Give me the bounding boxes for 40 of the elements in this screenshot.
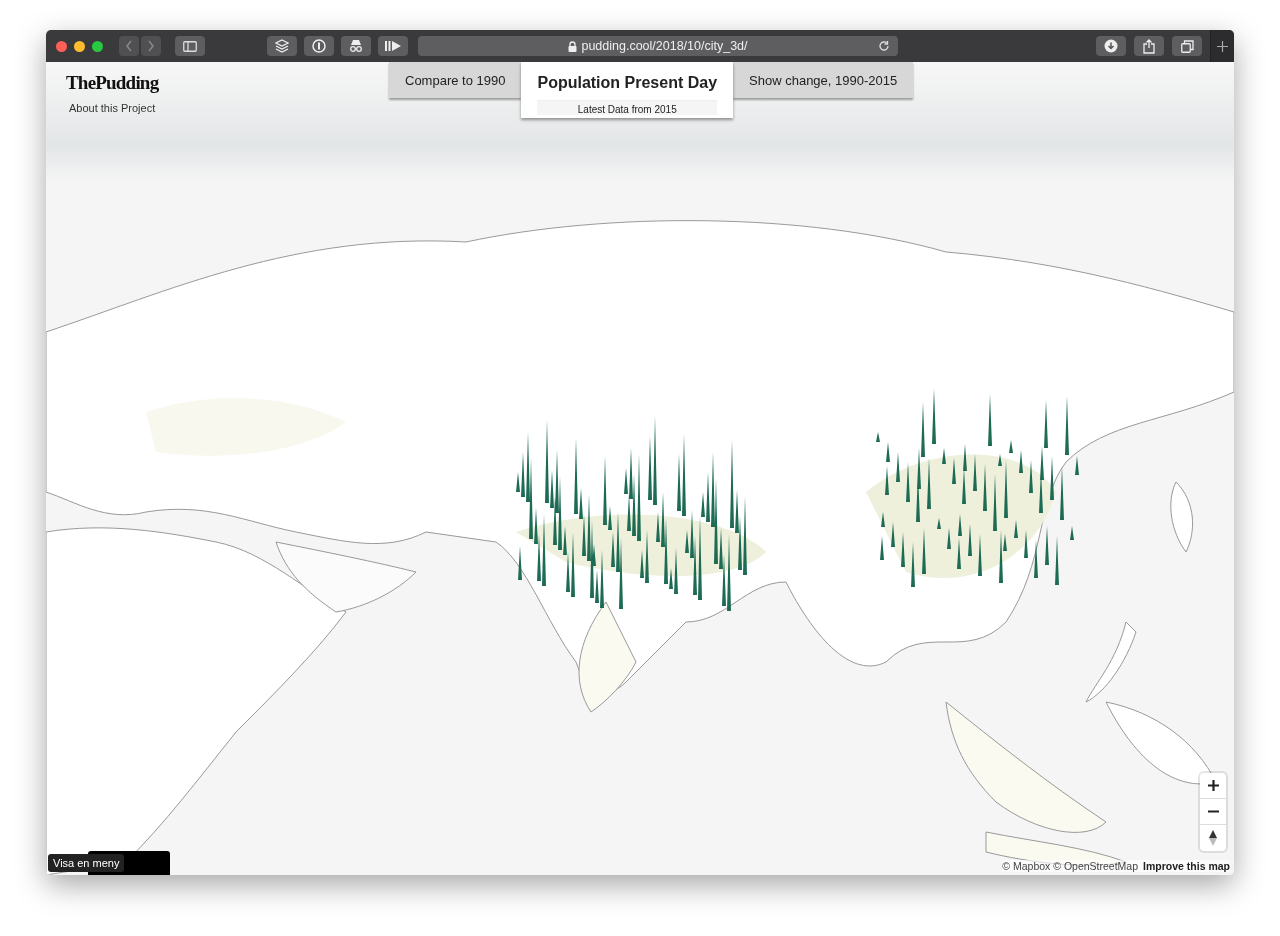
incognito-icon xyxy=(348,39,364,53)
back-button[interactable] xyxy=(119,36,139,56)
about-link[interactable]: About this Project xyxy=(69,102,159,114)
download-icon xyxy=(1104,39,1118,53)
minus-icon xyxy=(1207,810,1219,813)
logo[interactable]: ThePudding xyxy=(66,72,159,94)
tooltip: Visa en meny xyxy=(48,854,125,872)
reload-icon[interactable] xyxy=(878,40,890,52)
share-icon xyxy=(1143,38,1155,54)
view-tab[interactable]: Population Present Day Latest Data from 2015 xyxy=(521,62,734,118)
back-icon xyxy=(125,40,133,52)
share-button[interactable] xyxy=(1134,36,1164,56)
view-tab[interactable]: Compare to 1990 xyxy=(389,62,522,98)
attribution-text: © Mapbox © OpenStreetMap xyxy=(1002,860,1139,872)
lock-icon xyxy=(568,40,578,52)
close-button[interactable] xyxy=(56,40,67,52)
minimize-button[interactable] xyxy=(74,40,85,52)
compass-icon xyxy=(1209,830,1217,846)
address-bar[interactable]: pudding.cool/2018/10/city_3d/ xyxy=(418,36,898,56)
extension-button[interactable] xyxy=(378,36,408,56)
extension-button[interactable] xyxy=(304,36,334,56)
play-icon xyxy=(384,40,402,52)
extension-button[interactable] xyxy=(267,36,297,56)
url-text: pudding.cool/2018/10/city_3d/ xyxy=(568,39,748,53)
layers-icon xyxy=(275,39,289,53)
tabs-icon xyxy=(1180,39,1194,53)
forward-icon xyxy=(147,40,155,52)
view-tab[interactable]: Show change, 1990-2015 xyxy=(733,62,914,98)
sidebar-button[interactable] xyxy=(175,36,205,56)
plus-icon xyxy=(1207,780,1219,791)
tabs-button[interactable] xyxy=(1172,36,1202,56)
forward-button[interactable] xyxy=(141,36,161,56)
sidebar-icon xyxy=(183,40,197,52)
password-icon xyxy=(312,39,326,53)
new-tab-button[interactable] xyxy=(1210,30,1234,62)
downloads-button[interactable] xyxy=(1096,36,1126,56)
extension-button[interactable] xyxy=(341,36,371,56)
improve-map-link[interactable]: Improve this map xyxy=(1143,860,1230,872)
maximize-button[interactable] xyxy=(92,40,103,52)
plus-icon xyxy=(1217,40,1228,52)
